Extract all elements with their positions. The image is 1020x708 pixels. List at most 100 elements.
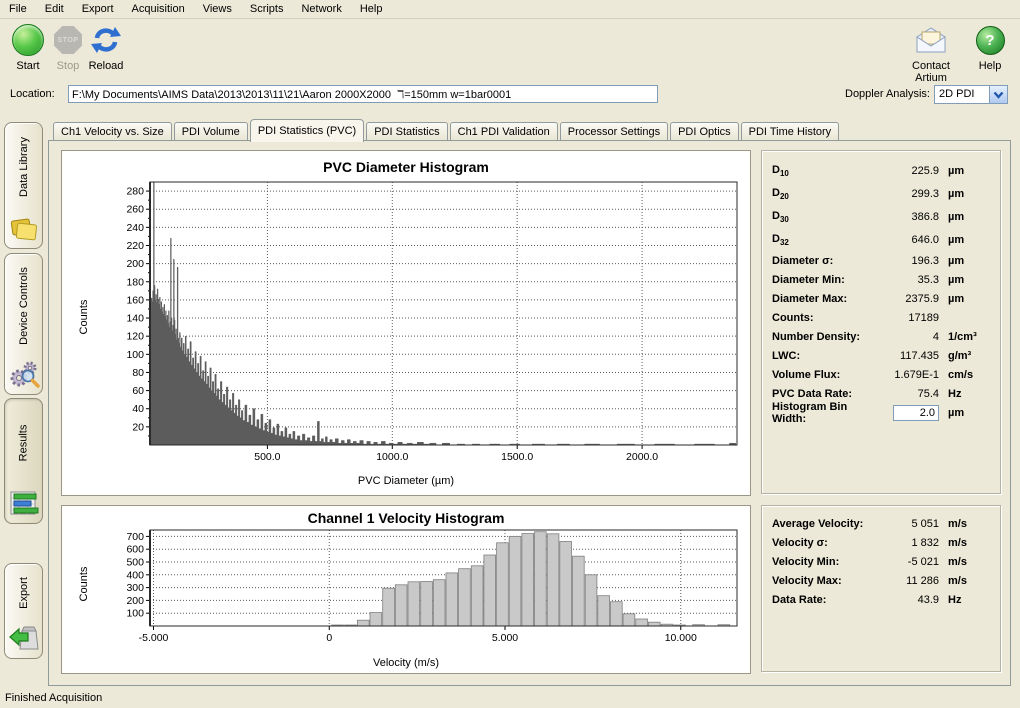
sidebar-label-device-controls: Device Controls — [18, 267, 30, 345]
stat-label: Counts: — [772, 312, 867, 324]
stat-value: -5 021 — [867, 556, 939, 568]
svg-text:500: 500 — [126, 557, 144, 569]
stat-row: Data Rate:43.9Hz — [762, 590, 1000, 609]
svg-text:500.0: 500.0 — [254, 451, 280, 463]
stat-row: Number Density:41/cm³ — [762, 327, 1000, 346]
menu-bar: FileEditExportAcquisitionViewsScriptsNet… — [0, 0, 1020, 19]
stat-value: 5 051 — [867, 518, 939, 530]
bar-chart-icon — [8, 486, 40, 520]
svg-text:10.000: 10.000 — [665, 632, 697, 644]
stat-unit: g/m³ — [939, 350, 992, 362]
stat-unit: µm — [939, 234, 992, 246]
contact-artium-label: Contact Artium — [896, 60, 966, 84]
contact-artium-button[interactable]: Contact Artium — [896, 23, 966, 84]
stat-row: Diameter σ:196.3µm — [762, 251, 1000, 270]
svg-text:1500.0: 1500.0 — [501, 451, 533, 463]
menu-item-file[interactable]: File — [0, 1, 36, 18]
envelope-icon — [896, 23, 966, 57]
stat-row: Average Velocity:5 051m/s — [762, 514, 1000, 533]
svg-text:20: 20 — [132, 421, 144, 433]
start-button[interactable]: Start — [6, 23, 50, 72]
sidebar-item-data-library[interactable]: Data Library — [4, 122, 43, 249]
stat-label: Volume Flux: — [772, 369, 867, 381]
stat-label: Velocity Min: — [772, 556, 867, 568]
stat-row: D10225.9µm — [762, 159, 1000, 182]
stat-row: Velocity Min:-5 021m/s — [762, 552, 1000, 571]
velocity-histogram-title: Channel 1 Velocity Histogram — [62, 510, 750, 526]
menu-item-network[interactable]: Network — [292, 1, 350, 18]
stat-row: Counts:17189 — [762, 308, 1000, 327]
svg-text:200: 200 — [126, 258, 144, 270]
location-input[interactable] — [68, 85, 658, 103]
stat-row: Velocity σ:1 832m/s — [762, 533, 1000, 552]
stat-row: D30386.8µm — [762, 205, 1000, 228]
stat-row: Velocity Max:11 286m/s — [762, 571, 1000, 590]
tab-pdi-optics[interactable]: PDI Optics — [670, 122, 739, 141]
histogram-bin-width-input[interactable] — [893, 405, 939, 421]
velocity-statistics-panel: Average Velocity:5 051m/sVelocity σ:1 83… — [761, 505, 1001, 672]
svg-text:700: 700 — [126, 531, 144, 543]
menu-item-help[interactable]: Help — [351, 1, 392, 18]
stat-label: Diameter Max: — [772, 293, 867, 305]
tab-pdi-volume[interactable]: PDI Volume — [174, 122, 248, 141]
stat-label: Data Rate: — [772, 594, 867, 606]
svg-text:180: 180 — [126, 276, 144, 288]
svg-text:200: 200 — [126, 595, 144, 607]
dropdown-arrow-icon[interactable] — [989, 86, 1007, 103]
menu-item-views[interactable]: Views — [194, 1, 241, 18]
tab-processor-settings[interactable]: Processor Settings — [560, 122, 668, 141]
tab-page-pdi-statistics-pvc: PVC Diameter Histogram Counts 2040608010… — [48, 140, 1011, 686]
stat-label: Velocity Max: — [772, 575, 867, 587]
menu-item-export[interactable]: Export — [73, 1, 123, 18]
stat-unit: µm — [939, 274, 992, 286]
svg-text:5.000: 5.000 — [492, 632, 518, 644]
tab-ch1-velocity-vs-size[interactable]: Ch1 Velocity vs. Size — [53, 122, 172, 141]
sidebar-item-results[interactable]: Results — [4, 398, 43, 524]
stat-label: D10 — [772, 164, 867, 178]
sidebar-item-export[interactable]: Export — [4, 563, 43, 659]
tab-ch1-pdi-validation[interactable]: Ch1 PDI Validation — [450, 122, 558, 141]
tab-pdi-statistics-pvc-[interactable]: PDI Statistics (PVC) — [250, 119, 364, 142]
sidebar-item-device-controls[interactable]: Device Controls — [4, 253, 43, 395]
velocity-histogram-panel: Channel 1 Velocity Histogram Counts 1002… — [61, 505, 751, 674]
svg-text:160: 160 — [126, 294, 144, 306]
reload-button[interactable]: Reload — [84, 23, 128, 72]
doppler-analysis-select[interactable]: 2D PDI — [934, 85, 1008, 104]
stat-value: 43.9 — [867, 594, 939, 606]
menu-item-acquisition[interactable]: Acquisition — [123, 1, 194, 18]
start-circle-icon — [12, 24, 44, 56]
svg-text:-5.000: -5.000 — [139, 632, 169, 644]
menu-item-scripts[interactable]: Scripts — [241, 1, 293, 18]
stat-value: 17189 — [867, 312, 939, 324]
stat-unit: µm — [939, 255, 992, 267]
sidebar-label-results: Results — [18, 424, 30, 461]
svg-text:80: 80 — [132, 367, 144, 379]
stat-value: 225.9 — [867, 165, 939, 177]
svg-text:100: 100 — [126, 608, 144, 620]
stat-label: Number Density: — [772, 331, 867, 343]
stat-value: 646.0 — [867, 234, 939, 246]
stat-label: Velocity σ: — [772, 537, 867, 549]
tab-pdi-time-history[interactable]: PDI Time History — [741, 122, 840, 141]
pvc-diameter-histogram-chart: 2040608010012014016018020022024026028050… — [62, 151, 750, 495]
stat-label: Histogram Bin Width: — [772, 401, 867, 425]
stat-label: PVC Data Rate: — [772, 388, 867, 400]
svg-text:260: 260 — [126, 204, 144, 216]
svg-text:2000.0: 2000.0 — [626, 451, 658, 463]
stat-unit: µm — [939, 165, 992, 177]
help-button[interactable]: ? Help — [968, 23, 1012, 72]
stat-unit: m/s — [939, 556, 992, 568]
stat-row: D20299.3µm — [762, 182, 1000, 205]
folders-icon — [8, 211, 40, 245]
svg-text:220: 220 — [126, 240, 144, 252]
stat-value: 1.679E-1 — [867, 369, 939, 381]
menu-item-edit[interactable]: Edit — [36, 1, 73, 18]
stat-row: Volume Flux:1.679E-1cm/s — [762, 365, 1000, 384]
sidebar-label-export: Export — [17, 577, 29, 609]
stat-unit: Hz — [939, 388, 992, 400]
velocity-histogram-chart: 100200300400500600700-5.00005.00010.000 — [62, 506, 750, 673]
tab-pdi-statistics[interactable]: PDI Statistics — [366, 122, 447, 141]
svg-text:120: 120 — [126, 331, 144, 343]
svg-text:40: 40 — [132, 403, 144, 415]
doppler-analysis-label: Doppler Analysis: — [845, 88, 930, 100]
